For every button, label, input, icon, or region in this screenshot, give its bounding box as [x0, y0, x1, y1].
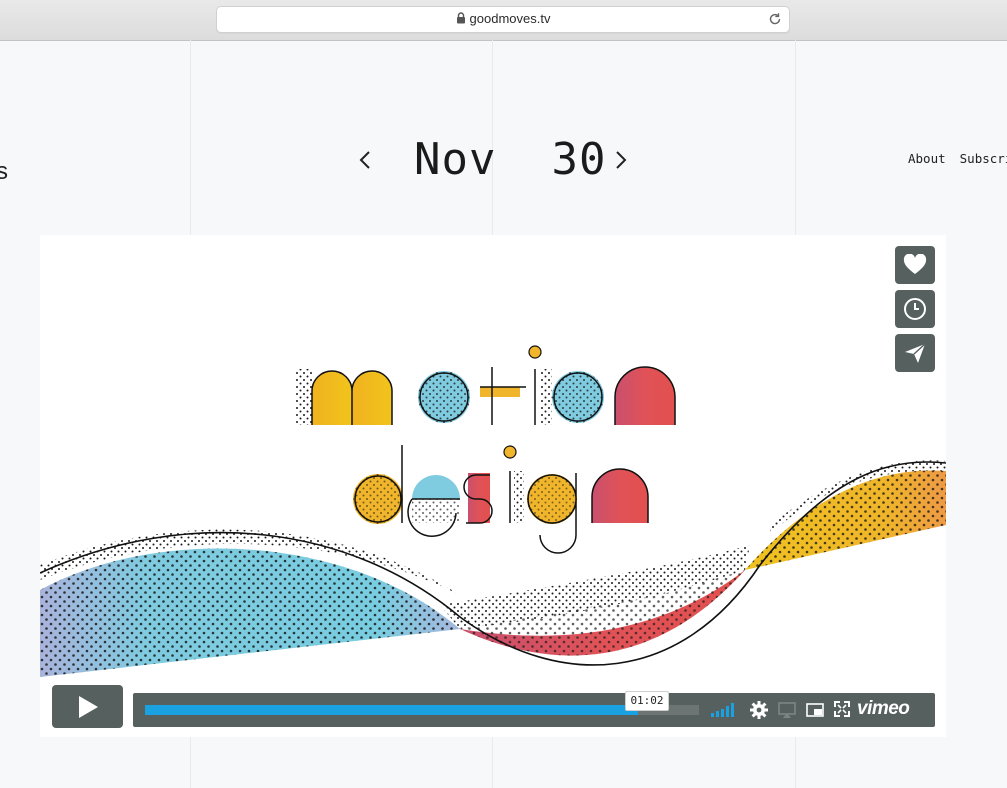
title-design	[353, 445, 649, 554]
heart-icon	[903, 254, 927, 274]
play-icon	[78, 695, 98, 718]
clock-icon	[904, 298, 926, 320]
current-time: 01:02	[625, 691, 669, 711]
video-player[interactable]: 01:02 vimeo	[40, 235, 946, 737]
volume-bars-icon[interactable]	[711, 703, 737, 717]
top-nav: About Subscri	[908, 151, 1007, 166]
lock-icon	[456, 12, 465, 24]
address-bar[interactable]: goodmoves.tv	[216, 6, 790, 33]
video-frame-artwork	[40, 345, 946, 677]
progress-track[interactable]: 01:02	[145, 691, 699, 715]
progress-fill	[145, 705, 639, 715]
page: goodmoves.tv s Nov 30 About Subscri	[0, 0, 1007, 788]
watch-later-button[interactable]	[895, 290, 935, 328]
share-button[interactable]	[895, 334, 935, 372]
date-day: 30	[551, 134, 607, 185]
gear-icon[interactable]	[749, 700, 769, 720]
browser-toolbar: goodmoves.tv	[0, 0, 1007, 41]
airplay-icon[interactable]	[777, 700, 797, 720]
reload-icon[interactable]	[767, 11, 783, 27]
previous-day-icon[interactable]	[354, 148, 376, 172]
site-logo[interactable]: s	[0, 158, 8, 186]
like-button[interactable]	[895, 246, 935, 284]
about-link[interactable]: About	[908, 151, 946, 166]
side-actions	[895, 246, 935, 378]
date-navigation: Nov 30	[350, 132, 640, 192]
date-month: Nov	[414, 134, 497, 185]
paper-plane-icon	[905, 343, 926, 363]
title-motion	[295, 345, 676, 425]
vimeo-logo[interactable]: vimeo	[857, 698, 910, 720]
fullscreen-icon[interactable]	[833, 700, 851, 718]
next-day-icon[interactable]	[610, 148, 632, 172]
subscribe-link[interactable]: Subscri	[960, 151, 1007, 166]
address-text-wrap: goodmoves.tv	[217, 11, 789, 26]
play-button[interactable]	[52, 685, 123, 728]
address-url: goodmoves.tv	[469, 11, 551, 26]
picture-in-picture-icon[interactable]	[805, 700, 825, 720]
current-date: Nov 30	[414, 134, 606, 185]
control-bar: 01:02 vimeo	[133, 691, 935, 727]
